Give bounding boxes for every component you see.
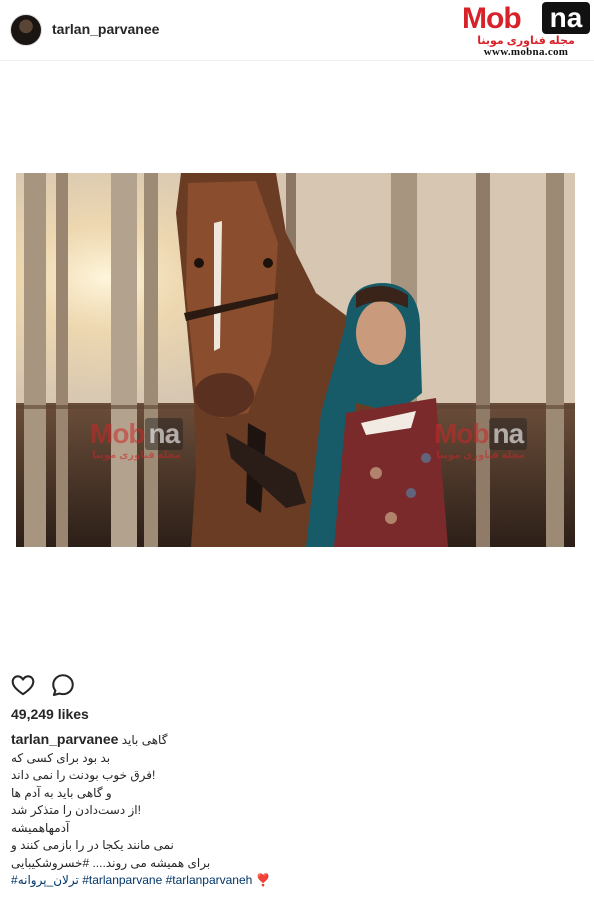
- watermark-left-mob: Mob: [90, 418, 146, 449]
- logo-na: na: [542, 2, 590, 34]
- caption-first-line: tarlan_parvanee گاهی باید: [11, 731, 301, 750]
- watermark-left: Mob na مجله فناوری موبنا: [90, 418, 184, 461]
- hashtag-tarlanparvane[interactable]: #tarlanparvane: [82, 873, 162, 887]
- mobna-logo: Mob na مجله فناوری موبنا www.mobna.com: [460, 0, 592, 60]
- watermark-right-na: na: [488, 418, 528, 450]
- post-photo[interactable]: Mob na مجله فناوری موبنا Mob na مجله فناور…: [16, 173, 575, 547]
- avatar[interactable]: [10, 14, 42, 46]
- photo-illustration: [16, 173, 575, 547]
- caption-line-4: !از دست‌دادن را متذکر شد: [11, 803, 141, 817]
- post-actions: [10, 672, 210, 698]
- caption-line-3: و گاهی باید به آدم ها: [11, 785, 112, 800]
- watermark-right-tagline: مجله فناوری موبنا: [436, 450, 525, 461]
- logo-url: www.mobna.com: [483, 46, 569, 58]
- caption-hashtags: #ترلان_پروانه #tarlanparvane #tarlanparv…: [11, 872, 301, 890]
- watermark-left-tagline: مجله فناوری موبنا: [92, 450, 181, 461]
- post-caption: tarlan_parvanee گاهی باید بد بود برای کس…: [11, 731, 301, 890]
- caption-line-2: !فرق خوب بودنت را نمی داند: [11, 768, 156, 782]
- caption-username[interactable]: tarlan_parvanee: [11, 731, 118, 747]
- caption-line-6: نمی مانند یکجا در را بازمی کنند و: [11, 838, 174, 852]
- heart-exclamation-icon: ❣️: [255, 873, 271, 887]
- comment-bubble-icon[interactable]: [50, 672, 76, 698]
- caption-first-text: گاهی باید: [121, 733, 168, 747]
- likes-count[interactable]: 49,249 likes: [11, 706, 89, 722]
- caption-line-1: بد بود برای کسی که: [11, 750, 111, 765]
- watermark-left-na: na: [144, 418, 184, 450]
- hashtag-tarlanparvaneh[interactable]: #tarlanparvaneh: [166, 873, 253, 887]
- caption-line-5: آدمهاهمیشه: [11, 820, 70, 835]
- caption-line-7: برای همیشه می روند.... #خسروشکیبایی: [11, 855, 211, 870]
- header-username[interactable]: tarlan_parvanee: [52, 21, 159, 37]
- logo-mob: Mob: [462, 2, 522, 35]
- watermark-right-mob: Mob: [434, 418, 490, 449]
- hashtag-tarlan-fa[interactable]: #ترلان_پروانه: [11, 873, 79, 887]
- heart-outline-icon[interactable]: [10, 672, 36, 698]
- post-header: tarlan_parvanee Mob na مجله فناوری موبنا…: [0, 0, 594, 61]
- watermark-right: Mob na مجله فناوری موبنا: [434, 418, 528, 461]
